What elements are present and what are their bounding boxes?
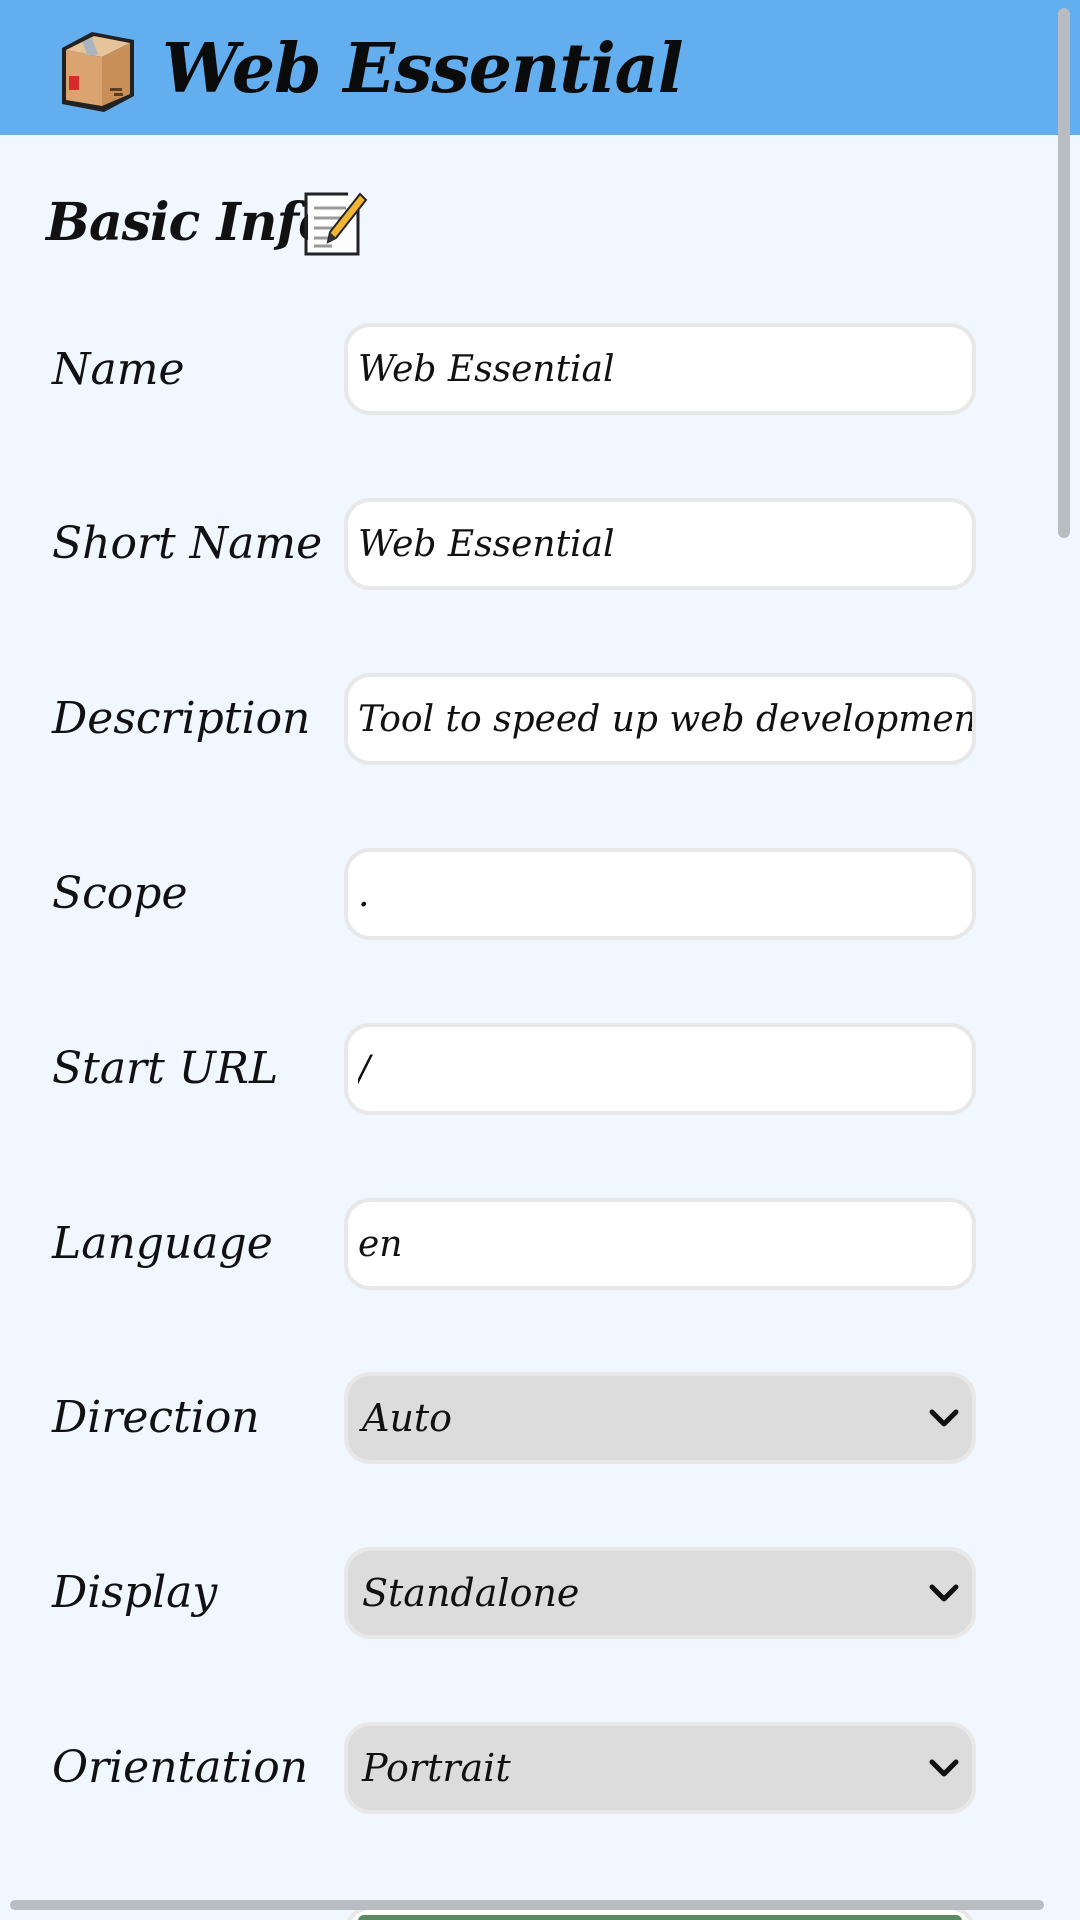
name-label: Name (52, 344, 185, 395)
orientation-selected-value: Portrait (362, 1746, 511, 1790)
horizontal-scrollbar[interactable] (10, 1900, 1044, 1910)
short-name-label: Short Name (52, 518, 323, 569)
app-header: Web Essential (0, 0, 1080, 135)
start-url-label: Start URL (52, 1043, 279, 1094)
scope-label: Scope (52, 868, 188, 919)
start-url-input[interactable] (344, 1023, 976, 1115)
vertical-scrollbar[interactable] (1058, 8, 1070, 538)
direction-label: Direction (52, 1392, 260, 1443)
orientation-select[interactable]: Portrait (344, 1722, 976, 1814)
language-input[interactable] (344, 1198, 976, 1290)
app-title: Web Essential (162, 29, 684, 109)
chevron-down-icon (929, 1759, 959, 1777)
chevron-down-icon (929, 1409, 959, 1427)
display-selected-value: Standalone (362, 1571, 580, 1615)
display-label: Display (52, 1567, 218, 1618)
scope-input[interactable] (344, 848, 976, 940)
description-input[interactable] (344, 673, 976, 765)
short-name-input[interactable] (344, 498, 976, 590)
orientation-label: Orientation (52, 1742, 309, 1793)
direction-selected-value: Auto (362, 1396, 453, 1440)
chevron-down-icon (929, 1584, 959, 1602)
display-select[interactable]: Standalone (344, 1547, 976, 1639)
package-box-icon (62, 32, 134, 112)
section-title: Basic Info (46, 192, 333, 253)
description-label: Description (52, 693, 311, 744)
color-swatch[interactable] (358, 1915, 962, 1920)
language-label: Language (52, 1218, 273, 1269)
name-input[interactable] (344, 323, 976, 415)
direction-select[interactable]: Auto (344, 1372, 976, 1464)
memo-pencil-icon (304, 192, 368, 256)
